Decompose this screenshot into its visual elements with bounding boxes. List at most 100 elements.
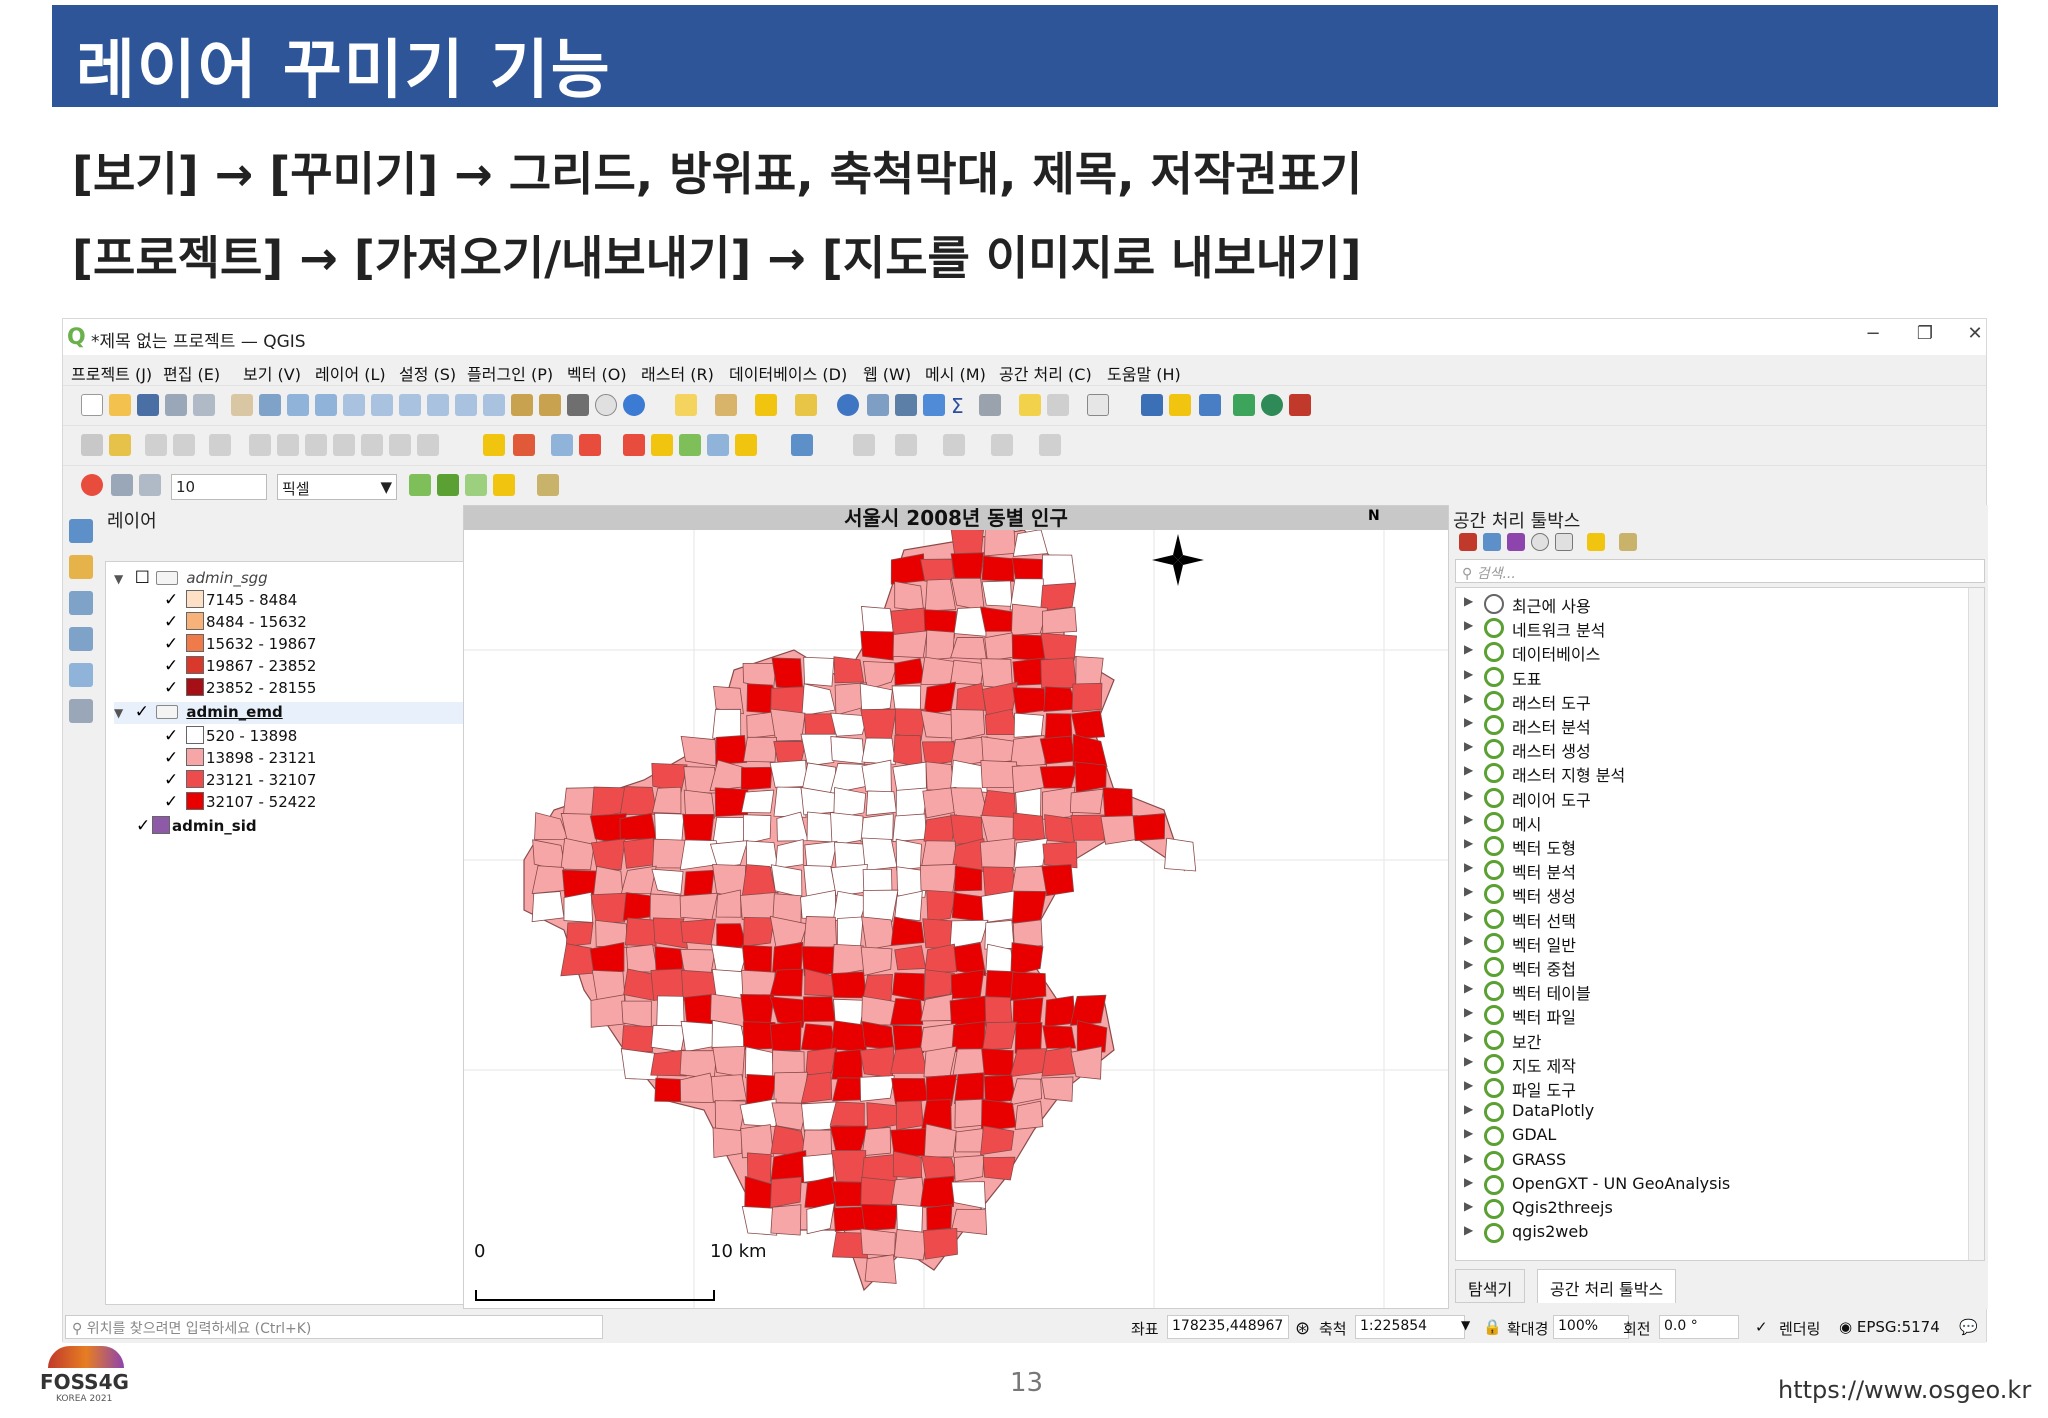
toolbox-group-item[interactable]: ▶ 레이어 도구 bbox=[1456, 786, 1966, 810]
toolbox-options-icon[interactable] bbox=[1619, 533, 1637, 551]
rotate-label-icon[interactable] bbox=[679, 434, 701, 456]
pin-label-icon[interactable] bbox=[579, 434, 601, 456]
expand-arrow-icon[interactable]: ▼ bbox=[114, 572, 130, 586]
seoul-choropleth-map[interactable] bbox=[464, 530, 1449, 1309]
toolbox-group-item[interactable]: ▶ 래스터 도구 bbox=[1456, 689, 1966, 713]
zoom-in-icon[interactable] bbox=[287, 394, 309, 416]
checkbox-checked-icon[interactable]: ✓ bbox=[164, 612, 180, 632]
expand-arrow-icon[interactable]: ▶ bbox=[1464, 1102, 1473, 1116]
add-spatialite-icon[interactable] bbox=[69, 627, 93, 651]
restore-button[interactable]: ❐ bbox=[1905, 323, 1945, 344]
toolbox-group-item[interactable]: ▶ 지도 제작 bbox=[1456, 1052, 1966, 1076]
zoom-full-icon[interactable] bbox=[343, 394, 365, 416]
new-3d-view-icon[interactable] bbox=[539, 394, 561, 416]
group-row[interactable]: ▼ ☐ admin_sgg bbox=[114, 568, 268, 590]
add-vector-icon[interactable] bbox=[69, 519, 93, 543]
checkbox-checked-icon[interactable]: ✓ bbox=[164, 726, 180, 746]
expand-arrow-icon[interactable]: ▶ bbox=[1464, 1151, 1473, 1165]
select-location-icon[interactable] bbox=[795, 394, 817, 416]
zoom-layer-icon[interactable] bbox=[399, 394, 421, 416]
advanced-digitize-icon[interactable] bbox=[853, 434, 875, 456]
toolbox-group-item[interactable]: ▶ qgis2web bbox=[1456, 1221, 1966, 1245]
toolbox-group-item[interactable]: ▶ 벡터 도형 bbox=[1456, 834, 1966, 858]
processing-toolbox-icon[interactable] bbox=[923, 394, 945, 416]
vertex-tool-icon[interactable] bbox=[209, 434, 231, 456]
menu-layer[interactable]: 레이어 (L) bbox=[315, 361, 386, 385]
map-tips-icon[interactable] bbox=[1019, 394, 1041, 416]
menu-database[interactable]: 데이터베이스 (D) bbox=[729, 361, 847, 385]
georef-icon[interactable] bbox=[791, 434, 813, 456]
highlight-label-icon[interactable] bbox=[551, 434, 573, 456]
expand-arrow-icon[interactable]: ▶ bbox=[1464, 715, 1473, 729]
self-snapping-icon[interactable] bbox=[493, 474, 515, 496]
expand-arrow-icon[interactable]: ▶ bbox=[1464, 691, 1473, 705]
undo-plugin-icon[interactable] bbox=[1199, 394, 1221, 416]
chevron-down-icon[interactable]: ▼ bbox=[1461, 1318, 1470, 1332]
toolbox-scrollbar[interactable] bbox=[1968, 588, 1984, 1260]
menu-web[interactable]: 웹 (W) bbox=[863, 361, 911, 385]
legend-class-row[interactable]: ✓ 23121 - 32107 bbox=[164, 770, 316, 792]
toolbox-group-item[interactable]: ▶ DataPlotly bbox=[1456, 1100, 1966, 1124]
label-tool-icon[interactable] bbox=[483, 434, 505, 456]
undo-icon[interactable] bbox=[389, 434, 411, 456]
move-label-icon[interactable] bbox=[651, 434, 673, 456]
toolbox-group-item[interactable]: ▶ 네트워크 분석 bbox=[1456, 616, 1966, 640]
snap-unit-select[interactable]: 픽셀 ▼ bbox=[277, 474, 397, 500]
crs-button[interactable]: ◉ EPSG:5174 bbox=[1839, 1318, 1940, 1336]
expand-arrow-icon[interactable]: ▶ bbox=[1464, 860, 1473, 874]
polygon-digitize-icon[interactable] bbox=[1039, 434, 1061, 456]
menu-processing[interactable]: 공간 처리 (C) bbox=[999, 361, 1092, 385]
toolbox-group-item[interactable]: ▶ 래스터 생성 bbox=[1456, 737, 1966, 761]
paste-features-icon[interactable] bbox=[361, 434, 383, 456]
redo-icon[interactable] bbox=[417, 434, 439, 456]
rotation-value[interactable]: 0.0 ° bbox=[1659, 1315, 1739, 1339]
unchecked-box-icon[interactable]: ☐ bbox=[135, 568, 151, 588]
select-features-icon[interactable] bbox=[675, 394, 697, 416]
expand-arrow-icon[interactable]: ▶ bbox=[1464, 618, 1473, 632]
expand-arrow-icon[interactable]: ▶ bbox=[1464, 788, 1473, 802]
show-hide-label-icon[interactable] bbox=[623, 434, 645, 456]
toolbox-group-item[interactable]: ▶ 도표 bbox=[1456, 665, 1966, 689]
delete-selected-icon[interactable] bbox=[277, 434, 299, 456]
new-print-layout-icon[interactable] bbox=[165, 394, 187, 416]
zoom-out-icon[interactable] bbox=[315, 394, 337, 416]
toolbox-group-item[interactable]: ▶ 메시 bbox=[1456, 810, 1966, 834]
zoom-native-icon[interactable] bbox=[427, 394, 449, 416]
checkbox-checked-icon[interactable]: ✓ bbox=[164, 770, 180, 790]
diagram-tool-icon[interactable] bbox=[513, 434, 535, 456]
minimize-button[interactable]: − bbox=[1853, 323, 1893, 344]
map-canvas[interactable]: 서울시 2008년 동별 인구 N 0 10 km bbox=[463, 505, 1449, 1309]
cut-features-icon[interactable] bbox=[305, 434, 327, 456]
expand-arrow-icon[interactable]: ▶ bbox=[1464, 1078, 1473, 1092]
scale-value[interactable]: 1:225854 bbox=[1355, 1315, 1465, 1339]
expand-arrow-icon[interactable]: ▼ bbox=[114, 706, 130, 720]
label-properties-icon[interactable] bbox=[735, 434, 757, 456]
legend-class-row[interactable]: ✓ 13898 - 23121 bbox=[164, 748, 316, 770]
identify-icon[interactable] bbox=[837, 394, 859, 416]
menu-vector[interactable]: 벡터 (O) bbox=[567, 361, 627, 385]
circle-digitize-icon[interactable] bbox=[943, 434, 965, 456]
pan-icon[interactable] bbox=[231, 394, 253, 416]
toolbox-edit-features-icon[interactable] bbox=[1587, 533, 1605, 551]
expand-arrow-icon[interactable]: ▶ bbox=[1464, 957, 1473, 971]
expand-arrow-icon[interactable]: ▶ bbox=[1464, 1005, 1473, 1019]
toolbox-group-item[interactable]: ▶ 래스터 지형 분석 bbox=[1456, 761, 1966, 785]
plugin-icon-1[interactable] bbox=[1169, 394, 1191, 416]
toolbox-search-input[interactable]: ⚲ 검색... bbox=[1455, 559, 1985, 583]
avoid-overlap-icon[interactable] bbox=[437, 474, 459, 496]
expand-arrow-icon[interactable]: ▶ bbox=[1464, 884, 1473, 898]
expand-arrow-icon[interactable]: ▶ bbox=[1464, 1175, 1473, 1189]
temporal-clock-icon[interactable] bbox=[595, 394, 617, 416]
toolbox-group-item[interactable]: ▶ Qgis2threejs bbox=[1456, 1197, 1966, 1221]
text-annotation-icon[interactable] bbox=[1087, 394, 1109, 416]
add-raster-icon[interactable] bbox=[69, 555, 93, 579]
zoom-next-icon[interactable] bbox=[483, 394, 505, 416]
layer-name[interactable]: admin_emd bbox=[186, 703, 282, 721]
menu-view[interactable]: 보기 (V) bbox=[243, 361, 301, 385]
layer-name[interactable]: admin_sgg bbox=[186, 569, 267, 587]
expand-arrow-icon[interactable]: ▶ bbox=[1464, 667, 1473, 681]
toolbox-group-item[interactable]: ▶ GDAL bbox=[1456, 1124, 1966, 1148]
topology-edit-icon[interactable] bbox=[409, 474, 431, 496]
expand-arrow-icon[interactable]: ▶ bbox=[1464, 642, 1473, 656]
modify-attributes-icon[interactable] bbox=[249, 434, 271, 456]
